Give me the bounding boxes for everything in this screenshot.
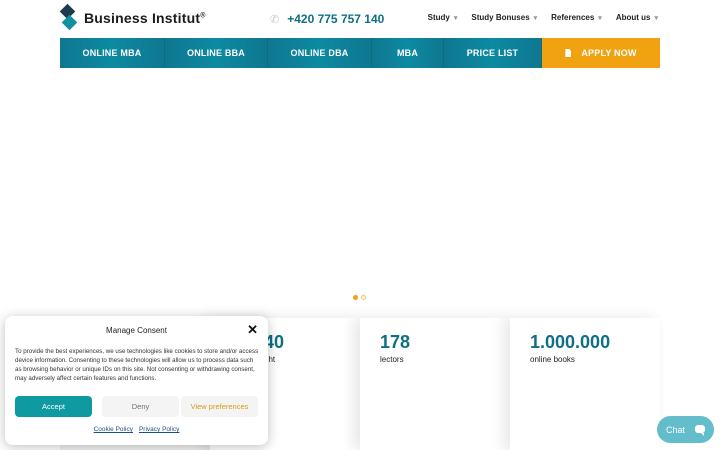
phone-icon: ✆ xyxy=(270,13,280,26)
menu-price-list[interactable]: PRICE LIST xyxy=(444,38,542,68)
topnav-references[interactable]: References ▾ xyxy=(551,13,602,22)
topnav-study-bonuses[interactable]: Study Bonuses ▾ xyxy=(471,13,537,22)
consent-text: To provide the best experiences, we use … xyxy=(15,348,259,382)
deny-button[interactable]: Deny xyxy=(102,396,179,417)
topnav-study[interactable]: Study ▾ xyxy=(428,13,458,22)
phone-number[interactable]: +420 775 757 140 xyxy=(287,12,384,26)
menu-label: PRICE LIST xyxy=(466,48,519,58)
chat-button[interactable]: Chat xyxy=(657,416,714,443)
topnav-label: Study xyxy=(427,13,450,22)
menu-label: ONLINE DBA xyxy=(290,48,349,58)
stat-label: lectors xyxy=(380,355,404,364)
slider-pagination xyxy=(353,295,366,300)
menu-label: ONLINE MBA xyxy=(82,48,142,58)
chevron-down-icon: ▾ xyxy=(533,14,538,22)
logo-mark-icon xyxy=(59,3,78,31)
top-navigation: Study ▾ Study Bonuses ▾ References ▾ About … xyxy=(428,13,658,22)
consent-links: Cookie Policy Privacy Policy xyxy=(5,426,268,433)
document-icon xyxy=(565,49,572,57)
menu-online-bba[interactable]: ONLINE BBA xyxy=(165,38,268,68)
phone-contact[interactable]: ✆ +420 775 757 140 xyxy=(270,12,384,26)
chat-bubble-icon xyxy=(695,425,705,436)
topnav-label: About us xyxy=(615,13,651,22)
topnav-label: Study Bonuses xyxy=(471,13,530,22)
menu-online-mba[interactable]: ONLINE MBA xyxy=(60,38,165,68)
privacy-policy-link[interactable]: Privacy Policy xyxy=(139,426,179,433)
chat-label: Chat xyxy=(666,424,686,435)
stat-label: online books xyxy=(530,355,575,364)
stat-value: 1.000.000 xyxy=(530,332,611,352)
logo-text: Business Institut® xyxy=(84,10,206,26)
site-header: Business Institut® ✆ +420 775 757 140 St… xyxy=(0,0,720,38)
view-preferences-button[interactable]: View preferences xyxy=(181,396,258,417)
topnav-about-us[interactable]: About us ▾ xyxy=(616,13,658,22)
topnav-label: References xyxy=(551,13,595,22)
accept-button[interactable]: Accept xyxy=(15,396,92,417)
chevron-down-icon: ▾ xyxy=(453,14,458,22)
menu-online-dba[interactable]: ONLINE DBA xyxy=(268,38,372,68)
cookie-policy-link[interactable]: Cookie Policy xyxy=(94,426,133,433)
menu-mba[interactable]: MBA xyxy=(372,38,444,68)
slider-dot-1[interactable] xyxy=(353,295,358,300)
chevron-down-icon: ▾ xyxy=(654,14,658,22)
stat-value: 178 xyxy=(380,332,411,352)
apply-now-button[interactable]: APPLY NOW xyxy=(542,38,660,68)
menu-label: MBA xyxy=(396,48,419,58)
logo[interactable]: Business Institut® xyxy=(59,3,206,31)
close-icon[interactable]: ✕ xyxy=(247,322,258,338)
menu-label: APPLY NOW xyxy=(581,48,637,58)
consent-title: Manage Consent xyxy=(106,326,167,335)
cookie-consent-dialog: Manage Consent ✕ To provide the best exp… xyxy=(5,316,268,445)
chevron-down-icon: ▾ xyxy=(598,14,602,22)
menu-label: ONLINE BBA xyxy=(187,48,245,58)
slider-dot-2[interactable] xyxy=(361,295,366,300)
main-menu: ONLINE MBA ONLINE BBA ONLINE DBA MBA PRI… xyxy=(60,38,660,68)
